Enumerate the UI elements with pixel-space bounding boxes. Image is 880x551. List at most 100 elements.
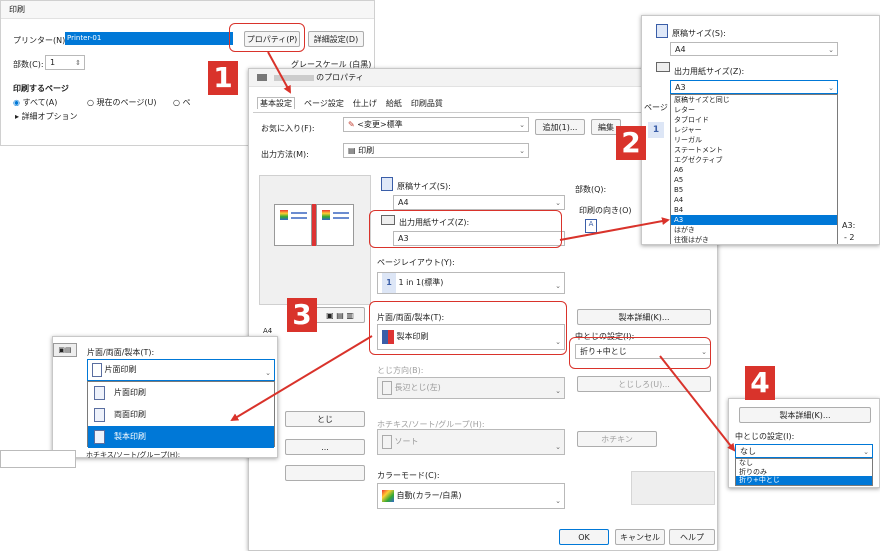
binding-option[interactable]: 折り+中とじ <box>736 476 872 485</box>
paper-size-option[interactable]: ステートメント <box>671 145 837 155</box>
binding-option[interactable]: 折りのみ <box>736 468 872 477</box>
binding-options-list[interactable]: なし 折りのみ 折り+中とじ <box>735 458 873 486</box>
radio-empty-icon: ○ <box>87 98 94 107</box>
favorites-select[interactable]: ✎ <変更>標準 ⌄ <box>343 117 529 132</box>
sided-option[interactable]: 両面印刷 <box>88 404 274 426</box>
sided-option-icon <box>94 430 105 444</box>
booklet-detail-button[interactable]: 製本詳細(K)... <box>577 309 711 325</box>
paper-size-option[interactable]: A3 <box>671 215 837 225</box>
copies-stepper[interactable]: 1 ⇕ <box>45 55 85 70</box>
popup-booklet-detail-button[interactable]: 製本詳細(K)... <box>739 407 871 423</box>
binding-location-select[interactable]: 長辺とじ(左) ⌄ <box>377 377 565 399</box>
popup-output-paper-label: 出力用紙サイズ(Z): <box>674 67 745 76</box>
cancel-button[interactable]: キャンセル <box>615 529 665 545</box>
paper-size-option[interactable]: タブロイド <box>671 115 837 125</box>
preview-mode-buttons[interactable]: ▣ ▤ ▥ <box>315 307 365 323</box>
sided-option[interactable]: 製本印刷 <box>88 426 274 448</box>
highlight-sided <box>369 301 567 355</box>
binding-icon <box>382 380 392 395</box>
original-size-icon <box>656 24 668 38</box>
preview-area <box>259 175 371 305</box>
right-gray-box <box>631 471 715 505</box>
paper-size-option[interactable]: A6 <box>671 165 837 175</box>
copies-label: 部数(C): <box>13 60 44 69</box>
print-icon: ▤ <box>348 146 356 155</box>
popup-page-label: ページ <box>644 103 668 112</box>
more-options[interactable]: ▸ 詳細オプション <box>15 111 78 122</box>
advanced-button[interactable]: 詳細設定(D) <box>308 31 364 47</box>
original-size-select[interactable]: A4 ⌄ <box>393 195 565 210</box>
a4-note: A4 <box>263 327 273 335</box>
binding-options: なし 折りのみ 折り+中とじ <box>736 459 872 485</box>
radio-selected-icon: ◉ <box>13 98 20 107</box>
binding-margin-button[interactable]: とじしろ(U)... <box>577 376 711 392</box>
paper-size-option[interactable]: 往復はがき <box>671 235 837 244</box>
sided-option-label: 製本印刷 <box>114 432 146 441</box>
paper-size-option[interactable]: A4 <box>671 195 837 205</box>
output-method-label: 出力方法(M): <box>261 150 309 159</box>
copies-value: 1 <box>50 58 56 67</box>
popup-mode-buttons[interactable]: ▣▤ <box>53 343 77 357</box>
staple-button[interactable]: ホチキン <box>577 431 657 447</box>
tab-paper-feed[interactable]: 給紙 <box>386 99 402 108</box>
paper-size-option[interactable]: B5 <box>671 185 837 195</box>
paper-size-option[interactable]: A5 <box>671 175 837 185</box>
page-layout-select[interactable]: 1 1 in 1(標準) ⌄ <box>377 272 565 294</box>
sided-option-label: 両面印刷 <box>114 410 146 419</box>
chevron-down-icon: ⌄ <box>519 121 525 129</box>
tab-finishing[interactable]: 仕上げ <box>353 99 377 108</box>
radio-current[interactable]: ○ 現在のページ(U) <box>87 97 156 108</box>
tab-basic[interactable]: 基本設定 <box>257 97 295 109</box>
chevron-down-icon: ⌄ <box>863 448 869 456</box>
radio-pages[interactable]: ○ ペ <box>173 97 191 108</box>
step-badge-4: 4 <box>745 366 775 400</box>
radio-empty-icon: ○ <box>173 98 180 107</box>
help-button[interactable]: ヘルプ <box>669 529 715 545</box>
chevron-down-icon: ⌄ <box>555 282 561 290</box>
sided-option-label: 片面印刷 <box>114 388 146 397</box>
printer-field[interactable]: Printer-01 <box>65 32 233 45</box>
binding-popup-select[interactable]: なし ⌄ <box>735 444 873 458</box>
paper-size-option[interactable]: 原稿サイズと同じ <box>671 95 837 105</box>
paper-size-list[interactable]: 原稿サイズと同じ レター タブロイド レジャー リーガル ステートメント エグゼクティブ A6… <box>670 94 838 244</box>
expand-arrow-icon: ▸ <box>15 112 20 121</box>
paper-size-option[interactable]: レジャー <box>671 125 837 135</box>
popup-original-size-select[interactable]: A4 ⌄ <box>670 42 838 56</box>
color-mode-label: カラーモード(C): <box>377 471 440 480</box>
stepper-arrows-icon: ⇕ <box>75 59 81 67</box>
left-binding-button[interactable]: とじ <box>285 411 365 427</box>
chevron-down-icon: ⌄ <box>555 497 561 505</box>
color-mode-select[interactable]: 自動(カラー/白黒) ⌄ <box>377 483 565 509</box>
ok-button[interactable]: OK <box>559 529 609 545</box>
left-bottom-button[interactable] <box>285 465 365 481</box>
page-layout-num: 1 <box>382 273 396 293</box>
output-method-select[interactable]: ▤ 印刷 ⌄ <box>343 143 529 158</box>
preview-booklet-icon <box>274 204 354 246</box>
binding-option[interactable]: なし <box>736 459 872 468</box>
staple-select[interactable]: ソート ⌄ <box>377 429 565 455</box>
paper-size-option[interactable]: はがき <box>671 225 837 235</box>
paper-size-option[interactable]: B4 <box>671 205 837 215</box>
original-size-icon <box>381 177 393 191</box>
sided-option-icon <box>94 386 105 400</box>
orientation-portrait-icon[interactable]: A <box>585 219 597 233</box>
radio-all[interactable]: ◉ すべて(A) <box>13 97 57 108</box>
sided-popup-label: 片面/両面/製本(T): <box>87 348 155 357</box>
redacted-printer-name <box>273 74 314 81</box>
paper-size-option[interactable]: エグゼクティブ <box>671 155 837 165</box>
add-favorite-button[interactable]: 追加(1)... <box>535 119 585 135</box>
binding-popup: 製本詳細(K)... 中とじの設定(I): なし ⌄ なし 折りのみ 折り+中とじ <box>728 398 880 488</box>
sided-options-list[interactable]: 片面印刷両面印刷製本印刷 <box>87 381 275 448</box>
sided-option-icon <box>94 408 105 422</box>
tab-page[interactable]: ページ設定 <box>304 99 344 108</box>
binding-popup-label: 中とじの設定(I): <box>735 432 795 441</box>
popup-output-paper-select[interactable]: A3 ⌄ <box>670 80 838 94</box>
left-more-button[interactable]: ... <box>285 439 365 455</box>
orientation-label: 印刷の向き(O) <box>579 206 632 215</box>
paper-size-option[interactable]: レター <box>671 105 837 115</box>
chevron-down-icon: ⌄ <box>555 387 561 395</box>
paper-size-option[interactable]: リーガル <box>671 135 837 145</box>
sided-popup-select[interactable]: 片面印刷 ⌄ <box>87 359 275 381</box>
sided-option[interactable]: 片面印刷 <box>88 382 274 404</box>
tab-quality[interactable]: 印刷品質 <box>411 99 443 108</box>
